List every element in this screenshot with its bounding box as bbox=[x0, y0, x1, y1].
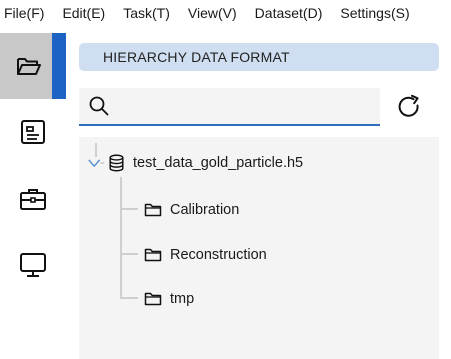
id-card-icon bbox=[21, 120, 45, 144]
search-icon bbox=[89, 96, 109, 116]
search-box bbox=[79, 88, 380, 126]
tree-node-reconstruction[interactable]: Reconstruction bbox=[144, 244, 267, 266]
menu-view[interactable]: View(V) bbox=[183, 5, 237, 21]
toolbox-icon bbox=[20, 189, 46, 210]
folder-icon bbox=[144, 203, 162, 217]
tree-connector bbox=[120, 208, 138, 210]
panel-title: HIERARCHY DATA FORMAT bbox=[79, 43, 439, 71]
folder-icon bbox=[144, 248, 162, 262]
folder-icon bbox=[144, 292, 162, 306]
tree-node-label: Reconstruction bbox=[170, 247, 267, 263]
tree-connector bbox=[120, 253, 138, 255]
menu-settings[interactable]: Settings(S) bbox=[335, 5, 409, 21]
sidebar-item-display[interactable] bbox=[0, 232, 66, 298]
tree-node-calibration[interactable]: Calibration bbox=[144, 199, 239, 221]
sidebar-item-explorer[interactable] bbox=[0, 33, 66, 99]
sidebar-item-tools[interactable] bbox=[0, 166, 66, 232]
sidebar bbox=[0, 33, 66, 359]
sidebar-item-info[interactable] bbox=[0, 99, 66, 165]
tree-node-label: test_data_gold_particle.h5 bbox=[133, 155, 304, 171]
tree-view: test_data_gold_particle.h5 Calibration R… bbox=[79, 137, 439, 359]
tree-node-root[interactable]: test_data_gold_particle.h5 bbox=[87, 152, 303, 174]
menu-file[interactable]: File(F) bbox=[0, 5, 44, 21]
menu-dataset[interactable]: Dataset(D) bbox=[250, 5, 323, 21]
tree-connector bbox=[120, 297, 138, 299]
menu-edit[interactable]: Edit(E) bbox=[57, 5, 105, 21]
refresh-icon bbox=[398, 94, 419, 117]
folder-open-icon bbox=[17, 58, 41, 75]
chevron-down-icon[interactable] bbox=[87, 158, 105, 169]
tree-node-tmp[interactable]: tmp bbox=[144, 288, 194, 310]
panel-title-text: HIERARCHY DATA FORMAT bbox=[103, 49, 290, 65]
refresh-button[interactable] bbox=[394, 92, 424, 122]
tree-connector bbox=[120, 177, 122, 298]
tree-node-label: tmp bbox=[170, 291, 195, 307]
tree-node-label: Calibration bbox=[170, 202, 240, 218]
monitor-icon bbox=[20, 253, 46, 277]
database-icon bbox=[109, 154, 124, 172]
menu-bar: File(F) Edit(E) Task(T) View(V) Dataset(… bbox=[0, 0, 451, 26]
menu-task[interactable]: Task(T) bbox=[118, 5, 170, 21]
search-input[interactable] bbox=[110, 88, 380, 124]
